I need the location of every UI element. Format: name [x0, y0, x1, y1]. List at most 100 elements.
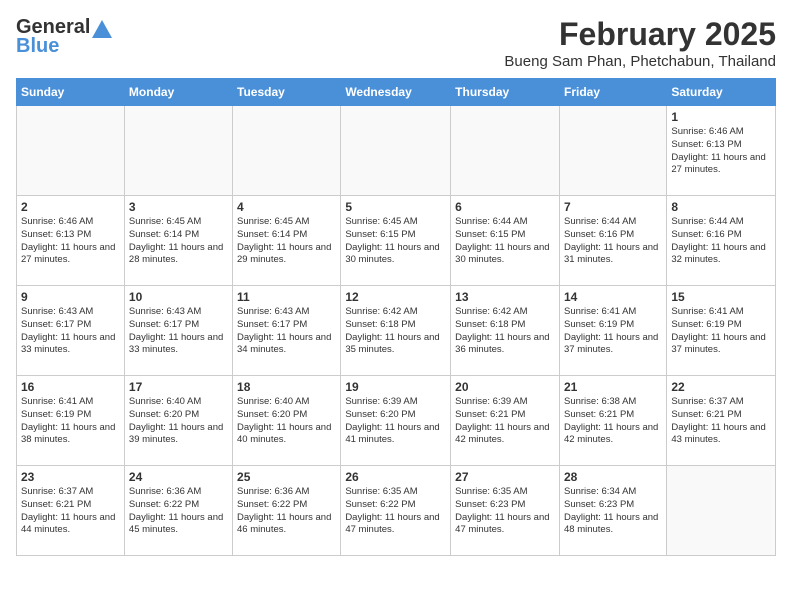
- table-row: [559, 106, 666, 196]
- day-number: 2: [21, 200, 120, 214]
- table-row: 16 Sunrise: 6:41 AM Sunset: 6:19 PM Dayli…: [17, 376, 125, 466]
- day-number: 9: [21, 290, 120, 304]
- day-number: 4: [237, 200, 336, 214]
- day-info: Sunrise: 6:44 AM Sunset: 6:16 PM Dayligh…: [564, 216, 662, 267]
- day-info: Sunrise: 6:43 AM Sunset: 6:17 PM Dayligh…: [129, 306, 228, 357]
- table-row: 14Sunrise: 6:41 AM Sunset: 6:19 PM Dayli…: [559, 286, 666, 376]
- day-number: 7: [564, 200, 662, 214]
- day-info: Sunrise: 6:40 AM Sunset: 6:20 PM Dayligh…: [237, 396, 336, 447]
- table-row: [124, 106, 232, 196]
- day-info: Sunrise: 6:38 AM Sunset: 6:21 PM Dayligh…: [564, 396, 662, 447]
- day-number: 22: [671, 380, 771, 394]
- day-info: Sunrise: 6:45 AM Sunset: 6:14 PM Dayligh…: [129, 216, 228, 267]
- table-row: 28Sunrise: 6:34 AM Sunset: 6:23 PM Dayli…: [559, 466, 666, 556]
- day-info: Sunrise: 6:42 AM Sunset: 6:18 PM Dayligh…: [455, 306, 555, 357]
- day-number: 24: [129, 470, 228, 484]
- day-info: Sunrise: 6:36 AM Sunset: 6:22 PM Dayligh…: [237, 486, 336, 537]
- header-wednesday: Wednesday: [341, 79, 451, 106]
- day-number: 28: [564, 470, 662, 484]
- header-saturday: Saturday: [667, 79, 776, 106]
- table-row: 24 Sunrise: 6:36 AM Sunset: 6:22 PM Dayli…: [124, 466, 232, 556]
- header-thursday: Thursday: [451, 79, 560, 106]
- header: General Blue February 2025 Bueng Sam Pha…: [16, 16, 776, 70]
- day-info: Sunrise: 6:41 AM Sunset: 6:19 PM Dayligh…: [671, 306, 771, 357]
- calendar-week-row: 2 Sunrise: 6:46 AM Sunset: 6:13 PM Daylig…: [17, 196, 776, 286]
- table-row: 12 Sunrise: 6:42 AM Sunset: 6:18 PM Dayli…: [341, 286, 451, 376]
- day-info: Sunrise: 6:37 AM Sunset: 6:21 PM Dayligh…: [21, 486, 120, 537]
- day-number: 25: [237, 470, 336, 484]
- day-number: 11: [237, 290, 336, 304]
- table-row: 2 Sunrise: 6:46 AM Sunset: 6:13 PM Daylig…: [17, 196, 125, 286]
- table-row: 20 Sunrise: 6:39 AM Sunset: 6:21 PM Dayli…: [451, 376, 560, 466]
- day-number: 27: [455, 470, 555, 484]
- table-row: 4 Sunrise: 6:45 AM Sunset: 6:14 PM Daylig…: [233, 196, 341, 286]
- day-info: Sunrise: 6:44 AM Sunset: 6:15 PM Dayligh…: [455, 216, 555, 267]
- day-number: 16: [21, 380, 120, 394]
- day-number: 21: [564, 380, 662, 394]
- calendar-week-row: 1 Sunrise: 6:46 AM Sunset: 6:13 PM Daylig…: [17, 106, 776, 196]
- calendar-week-row: 9 Sunrise: 6:43 AM Sunset: 6:17 PM Daylig…: [17, 286, 776, 376]
- day-number: 3: [129, 200, 228, 214]
- day-number: 5: [345, 200, 446, 214]
- day-info: Sunrise: 6:39 AM Sunset: 6:20 PM Dayligh…: [345, 396, 446, 447]
- header-friday: Friday: [559, 79, 666, 106]
- table-row: [233, 106, 341, 196]
- day-info: Sunrise: 6:44 AM Sunset: 6:16 PM Dayligh…: [671, 216, 771, 267]
- logo: General Blue: [16, 16, 112, 58]
- table-row: 11 Sunrise: 6:43 AM Sunset: 6:17 PM Dayli…: [233, 286, 341, 376]
- table-row: 1 Sunrise: 6:46 AM Sunset: 6:13 PM Daylig…: [667, 106, 776, 196]
- table-row: 5 Sunrise: 6:45 AM Sunset: 6:15 PM Daylig…: [341, 196, 451, 286]
- calendar-title: February 2025: [504, 16, 776, 53]
- title-area: February 2025 Bueng Sam Phan, Phetchabun…: [504, 16, 776, 70]
- day-number: 10: [129, 290, 228, 304]
- table-row: [451, 106, 560, 196]
- table-row: [341, 106, 451, 196]
- table-row: 27 Sunrise: 6:35 AM Sunset: 6:23 PM Dayli…: [451, 466, 560, 556]
- day-info: Sunrise: 6:43 AM Sunset: 6:17 PM Dayligh…: [237, 306, 336, 357]
- table-row: 18 Sunrise: 6:40 AM Sunset: 6:20 PM Dayli…: [233, 376, 341, 466]
- day-number: 23: [21, 470, 120, 484]
- day-info: Sunrise: 6:39 AM Sunset: 6:21 PM Dayligh…: [455, 396, 555, 447]
- calendar-week-row: 16 Sunrise: 6:41 AM Sunset: 6:19 PM Dayli…: [17, 376, 776, 466]
- day-info: Sunrise: 6:42 AM Sunset: 6:18 PM Dayligh…: [345, 306, 446, 357]
- calendar-subtitle: Bueng Sam Phan, Phetchabun, Thailand: [504, 53, 776, 70]
- day-number: 18: [237, 380, 336, 394]
- day-info: Sunrise: 6:43 AM Sunset: 6:17 PM Dayligh…: [21, 306, 120, 357]
- table-row: 3 Sunrise: 6:45 AM Sunset: 6:14 PM Daylig…: [124, 196, 232, 286]
- table-row: 9 Sunrise: 6:43 AM Sunset: 6:17 PM Daylig…: [17, 286, 125, 376]
- calendar-header-row: Sunday Monday Tuesday Wednesday Thursday…: [17, 79, 776, 106]
- day-info: Sunrise: 6:36 AM Sunset: 6:22 PM Dayligh…: [129, 486, 228, 537]
- day-info: Sunrise: 6:35 AM Sunset: 6:22 PM Dayligh…: [345, 486, 446, 537]
- logo-triangle-icon: [92, 18, 112, 38]
- table-row: [17, 106, 125, 196]
- day-number: 6: [455, 200, 555, 214]
- day-number: 13: [455, 290, 555, 304]
- day-info: Sunrise: 6:45 AM Sunset: 6:15 PM Dayligh…: [345, 216, 446, 267]
- day-info: Sunrise: 6:45 AM Sunset: 6:14 PM Dayligh…: [237, 216, 336, 267]
- day-info: Sunrise: 6:37 AM Sunset: 6:21 PM Dayligh…: [671, 396, 771, 447]
- table-row: 19 Sunrise: 6:39 AM Sunset: 6:20 PM Dayli…: [341, 376, 451, 466]
- day-number: 26: [345, 470, 446, 484]
- day-number: 17: [129, 380, 228, 394]
- header-sunday: Sunday: [17, 79, 125, 106]
- day-number: 12: [345, 290, 446, 304]
- table-row: 7 Sunrise: 6:44 AM Sunset: 6:16 PM Daylig…: [559, 196, 666, 286]
- table-row: 8 Sunrise: 6:44 AM Sunset: 6:16 PM Daylig…: [667, 196, 776, 286]
- table-row: 15Sunrise: 6:41 AM Sunset: 6:19 PM Dayli…: [667, 286, 776, 376]
- day-number: 1: [671, 110, 771, 124]
- day-number: 20: [455, 380, 555, 394]
- day-info: Sunrise: 6:40 AM Sunset: 6:20 PM Dayligh…: [129, 396, 228, 447]
- calendar-table: Sunday Monday Tuesday Wednesday Thursday…: [16, 78, 776, 556]
- day-info: Sunrise: 6:41 AM Sunset: 6:19 PM Dayligh…: [21, 396, 120, 447]
- day-number: 8: [671, 200, 771, 214]
- day-info: Sunrise: 6:46 AM Sunset: 6:13 PM Dayligh…: [671, 126, 771, 177]
- day-number: 19: [345, 380, 446, 394]
- day-info: Sunrise: 6:35 AM Sunset: 6:23 PM Dayligh…: [455, 486, 555, 537]
- table-row: 6 Sunrise: 6:44 AM Sunset: 6:15 PM Daylig…: [451, 196, 560, 286]
- table-row: 26 Sunrise: 6:35 AM Sunset: 6:22 PM Dayli…: [341, 466, 451, 556]
- day-info: Sunrise: 6:46 AM Sunset: 6:13 PM Dayligh…: [21, 216, 120, 267]
- table-row: 13 Sunrise: 6:42 AM Sunset: 6:18 PM Dayli…: [451, 286, 560, 376]
- table-row: 21 Sunrise: 6:38 AM Sunset: 6:21 PM Dayli…: [559, 376, 666, 466]
- table-row: 10 Sunrise: 6:43 AM Sunset: 6:17 PM Dayli…: [124, 286, 232, 376]
- header-monday: Monday: [124, 79, 232, 106]
